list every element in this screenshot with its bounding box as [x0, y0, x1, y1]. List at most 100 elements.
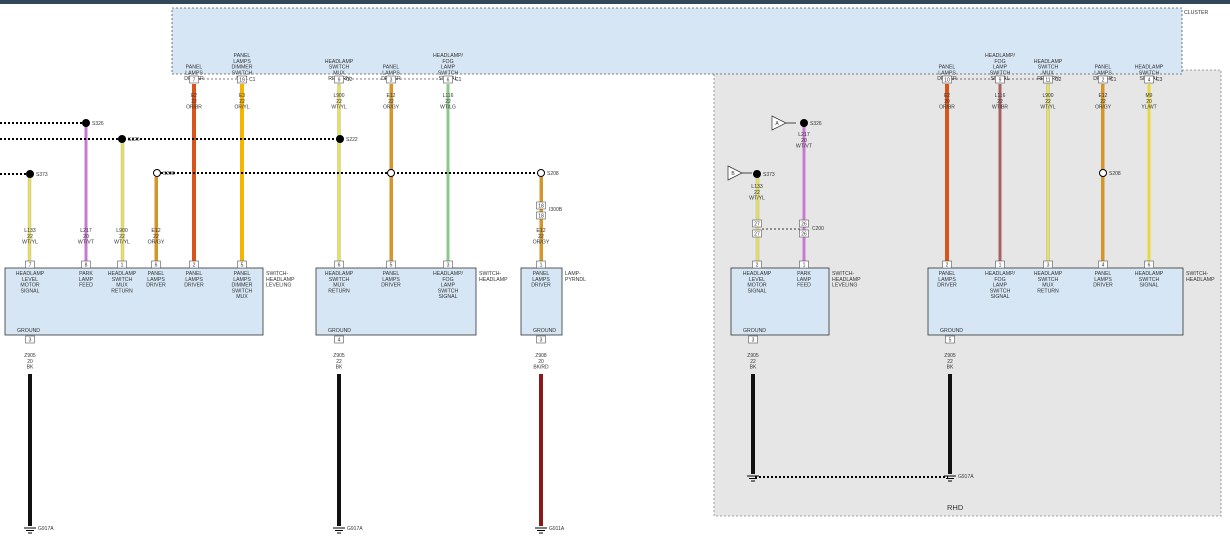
inline-pin-i300b-a-num: 18: [538, 203, 544, 209]
module-name-sw_headlamp_lhd: HEADLAMP: [479, 277, 508, 283]
splice-s326-rhd: [800, 119, 808, 127]
ground-wire-label-lamp_pyr: BK/RD: [533, 365, 549, 371]
module-ground-pin-lamp_pyr-num: 3: [540, 337, 543, 343]
cluster-wire-label-lhd_panel_driver: OR/BR: [186, 105, 202, 111]
ground-wire-label-sw_headlamp_lhd: BK: [336, 365, 343, 371]
cluster-wire-label-rhd_panel_driver: OR/BR: [939, 105, 955, 111]
ground-wire-5: [948, 374, 952, 474]
module-pin-sw_level_rhd-num: 1: [803, 262, 806, 268]
module-pin-sw_headlamp_rhd-num: 2: [946, 262, 949, 268]
module-pin-sw_level_lhd-num: 6: [155, 262, 158, 268]
inline-pin-c200-d-num: 26: [801, 231, 807, 237]
wire-e2-or-br: [192, 84, 196, 268]
splice-s326-rhd-label: S326: [810, 121, 822, 127]
splice-s326-lhd: [82, 119, 90, 127]
module-pin-label-sw_level_lhd: DRIVER: [146, 283, 166, 289]
splice-s373-lhd-label: S373: [36, 172, 48, 178]
wire-l116-wt-lg: [446, 84, 450, 268]
wire-l900-wt-yl-cluster: [337, 83, 341, 269]
inline-pin-c200-b-num: 27: [754, 231, 760, 237]
module-ground-pin-sw_headlamp_lhd-num: 4: [338, 337, 341, 343]
ground-wire-2: [337, 374, 341, 526]
module-pin-label-sw_headlamp_lhd: SIGNAL: [438, 294, 457, 300]
wire-e2-rhd: [945, 84, 949, 268]
inline-pin-c200-a-num: 27: [754, 221, 760, 227]
module-name-sw_level_rhd: LEVELING: [832, 283, 857, 289]
module-pin-sw_level_lhd-num: 1: [121, 262, 124, 268]
ground-wire-label-sw_headlamp_rhd: BK: [947, 365, 954, 371]
module-pin-sw_headlamp_lhd-num: 6: [338, 262, 341, 268]
module-pin-sw_level_lhd-num: 5: [241, 262, 244, 268]
ground-g917a-2-label: G917A: [347, 526, 363, 532]
module-pin-label-sw_level_lhd: SIGNAL: [20, 288, 39, 294]
cluster-pin-lhd_panel_driver-num: 7: [193, 77, 196, 83]
cluster-connector-rhd_signal: C3: [1156, 77, 1163, 83]
splice-s222: [336, 135, 344, 143]
module-pin-label-sw_level_rhd: SIGNAL: [747, 288, 766, 294]
cluster-pin-rhd_panel_driver-num: 10: [944, 77, 950, 83]
cluster-wire-label-lhd_mux_return: WT/YL: [331, 105, 346, 111]
cluster-pin-rhd_panel_driver2-num: 2: [1102, 77, 1105, 83]
cluster-connector-lhd_fog: C1: [455, 77, 462, 83]
cluster-connector-rhd_mux_return: C2: [1055, 77, 1062, 83]
module-pin-label-sw_headlamp_lhd: RETURN: [328, 288, 350, 294]
module-pin-label-sw_headlamp_rhd: RETURN: [1037, 288, 1059, 294]
cluster-pin-rhd_fog-num: 9: [999, 77, 1002, 83]
wire-label-e12-pyr: OR/GY: [533, 240, 550, 246]
cluster-wire-label-rhd_signal: YL/WT: [1141, 105, 1156, 111]
module-pin-lamp_pyr-num: 1: [540, 262, 543, 268]
wiring-diagram: RHD CLUSTER PANELLAMPSDRIVER7E222OR/BRPA…: [0, 7, 1222, 534]
wire-label-l133-rhd: WT/YL: [749, 196, 765, 202]
module-pin-sw_headlamp_rhd-num: 6: [1148, 262, 1151, 268]
wire-e12-lhd: [154, 177, 158, 262]
wire-e3-or-yl: [240, 84, 244, 268]
module-pin-label-sw_level_lhd: RETURN: [111, 288, 133, 294]
splice-s326-lhd-label: S326: [92, 121, 104, 127]
inline-connector-c200: C200: [812, 226, 824, 232]
module-pin-label-sw_level_rhd: FEED: [797, 283, 811, 289]
wire-l900-rhd: [1046, 83, 1050, 269]
cluster-module: [171, 7, 1183, 75]
module-pin-label-sw_headlamp_rhd: SIGNAL: [1139, 283, 1158, 289]
module-ground-label-sw_level_lhd: GROUND: [17, 328, 40, 334]
module-name-sw_headlamp_rhd: HEADLAMP: [1186, 277, 1215, 283]
cluster-wire-label-rhd_fog: WT/BR: [992, 105, 1008, 111]
cluster-pin-rhd_signal-num: 4: [1148, 77, 1151, 83]
ground-wire-4: [751, 374, 755, 474]
cluster-wire-label-lhd_panel_driver2: OR/GY: [383, 105, 400, 111]
ground-wire-3: [539, 374, 543, 526]
cluster-connector-lhd_dimmer: C1: [249, 77, 256, 83]
cluster-wire-label-rhd_panel_driver2: OR/GY: [1095, 105, 1112, 111]
inline-connector-i300b: I300B: [549, 207, 563, 213]
module-pin-sw_level_lhd-num: 7: [29, 262, 32, 268]
module-pin-label-sw_headlamp_rhd: DRIVER: [937, 283, 957, 289]
wire-e12-pyr: [539, 177, 543, 262]
wire-l116-rhd: [998, 84, 1002, 268]
wire-label-l133-lhd: WT/YL: [22, 240, 38, 246]
module-ground-label-sw_level_rhd: GROUND: [743, 328, 766, 334]
wire-label-e12-lhd: OR/GY: [148, 240, 165, 246]
module-pin-label-sw_level_lhd: MUX: [236, 294, 248, 300]
cluster-pin-lhd_fog-num: 6: [447, 77, 450, 83]
module-pin-sw_headlamp_lhd-num: 3: [447, 262, 450, 268]
cluster-connector-lhd_mux_return: C2: [346, 77, 353, 83]
module-ground-pin-sw_level_rhd-num: 3: [752, 337, 755, 343]
module-pin-label-sw_headlamp_rhd: DRIVER: [1093, 283, 1113, 289]
module-sw_level_lhd: [4, 267, 264, 336]
ground-wire-label-sw_level_rhd: BK: [750, 365, 757, 371]
module-ground-label-sw_headlamp_rhd: GROUND: [940, 328, 963, 334]
module-pin-sw_headlamp_rhd-num: 3: [1047, 262, 1050, 268]
ground-g917a-rhd-label: G917A: [958, 474, 974, 480]
splice-s326-mux-label: S326: [128, 137, 140, 143]
module-ground-pin-sw_headlamp_rhd-num: 5: [949, 337, 952, 343]
splice-s222-label: S222: [346, 137, 358, 143]
module-pin-label-sw_level_lhd: DRIVER: [184, 283, 204, 289]
rhd-label: RHD: [947, 503, 964, 512]
cluster-wire-label-lhd_fog: WT/LG: [440, 105, 456, 111]
cluster-pin-lhd_dimmer-num: 19: [239, 77, 245, 83]
inline-pin-i300b-b-num: 18: [538, 213, 544, 219]
module-name-lamp_pyr: PYRNDL: [565, 277, 586, 283]
splice-s326-mux: [118, 135, 126, 143]
module-pin-sw_level_lhd-num: 2: [193, 262, 196, 268]
cluster-pin-lhd_panel_driver2-num: 3: [390, 77, 393, 83]
